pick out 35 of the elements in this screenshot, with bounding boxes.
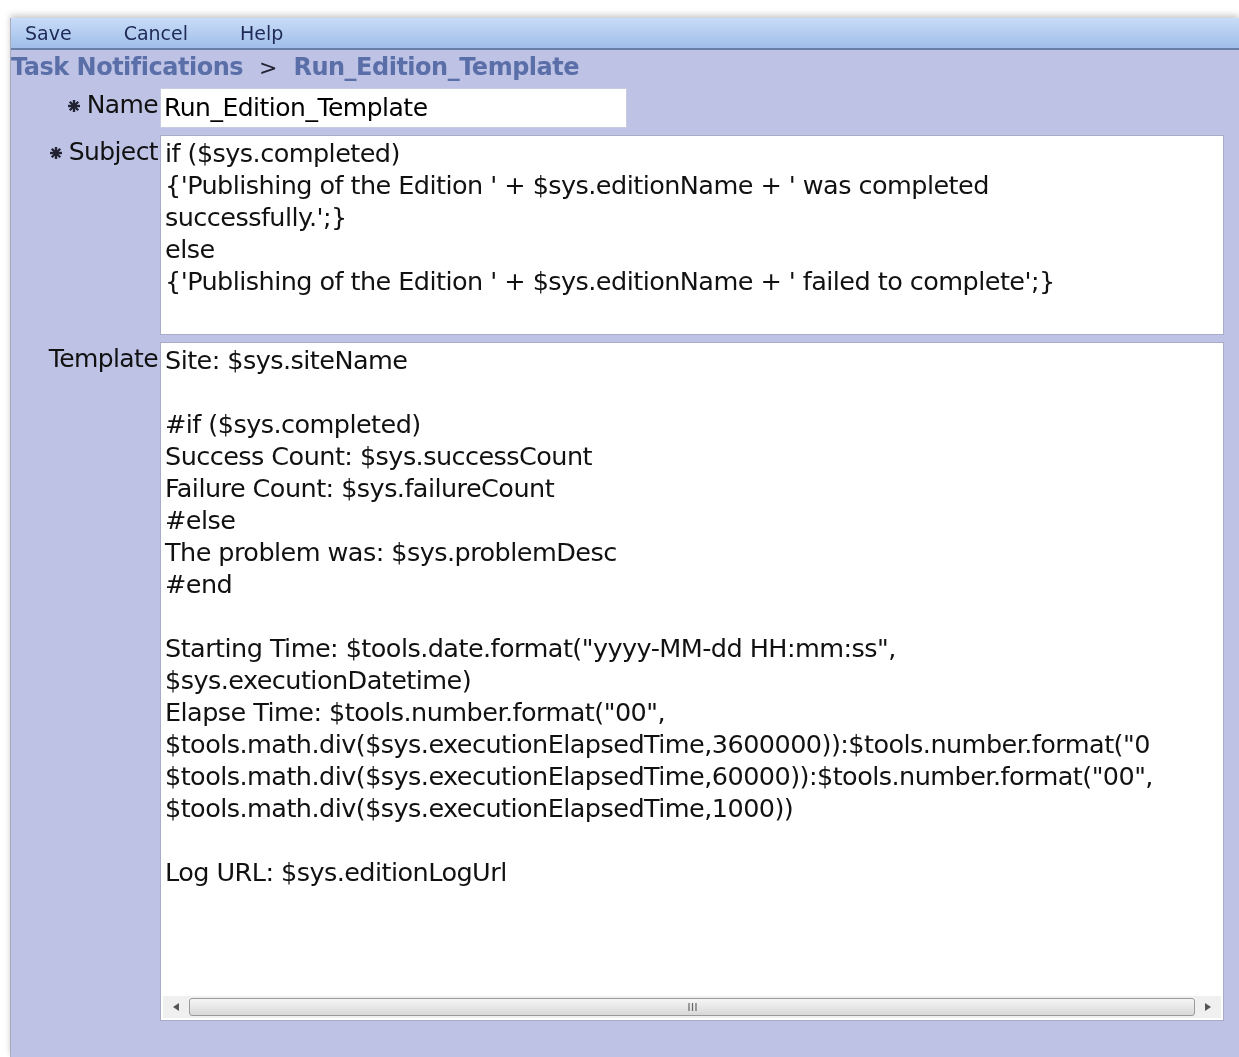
field-label: Name xyxy=(86,90,158,119)
text-line: $tools.math.div($sys.executionElapsedTime,1000)) xyxy=(165,793,794,823)
text-area[interactable] xyxy=(160,342,1224,1021)
scroll-right-icon[interactable] xyxy=(1205,1003,1211,1011)
name-field[interactable]: Run_Edition_Template xyxy=(160,88,627,128)
scroll-left-icon[interactable] xyxy=(173,1003,179,1011)
text-line: #else xyxy=(165,505,236,535)
toolbar-button[interactable]: Cancel xyxy=(117,20,194,46)
text-line: Elapse Time: $tools.number.format("00", xyxy=(165,697,665,727)
text-line: $sys.executionDatetime) xyxy=(165,665,472,695)
text-line: else xyxy=(165,234,215,264)
text-area[interactable]: if ($sys.completed) {'Publishing of the Edition ' + $sys.editionName + ' was completed successfully.';} else {'Publishing of the Edition ' + $sys.editionName + ' failed to complete';} xyxy=(160,135,1224,335)
text-line: successfully.';} xyxy=(165,202,347,232)
toolbar-button[interactable]: Help xyxy=(234,20,290,46)
text-line: Log URL: $sys.editionLogUrl xyxy=(165,857,507,887)
toolbar-button[interactable]: Save xyxy=(19,20,78,46)
breadcrumb-separator: > xyxy=(259,54,278,80)
text-line: $tools.math.div($sys.executionElapsedTime,3600000)):$tools.number.format("0 xyxy=(165,729,1150,759)
text-line: The problem was: $sys.problemDesc xyxy=(165,537,617,567)
text-line: #if ($sys.completed) xyxy=(165,409,421,439)
text-line: {'Publishing of the Edition ' + $sys.editionName + ' was completed xyxy=(165,170,989,200)
grip-icon xyxy=(687,1003,697,1011)
text-line: $tools.math.div($sys.executionElapsedTime,60000)):$tools.number.format("00", xyxy=(165,761,1153,791)
text-line: Site: $sys.siteName xyxy=(165,345,408,375)
scrollbar-thumb[interactable] xyxy=(189,998,1195,1016)
text-line: #end xyxy=(165,569,233,599)
field-label: Template xyxy=(48,344,158,373)
field-label: Subject xyxy=(68,137,158,166)
text-line: {'Publishing of the Edition ' + $sys.editionName + ' failed to complete';} xyxy=(165,266,1055,296)
breadcrumb-current: Run_Edition_Template xyxy=(293,53,579,81)
text-line: if ($sys.completed) xyxy=(165,138,400,168)
text-line: Success Count: $sys.successCount xyxy=(165,441,593,471)
text-line: Starting Time: $tools.date.format("yyyy-MM-dd HH:mm:ss", xyxy=(165,633,896,663)
horizontal-scrollbar[interactable] xyxy=(163,996,1221,1018)
text-line: Failure Count: $sys.failureCount xyxy=(165,473,555,503)
